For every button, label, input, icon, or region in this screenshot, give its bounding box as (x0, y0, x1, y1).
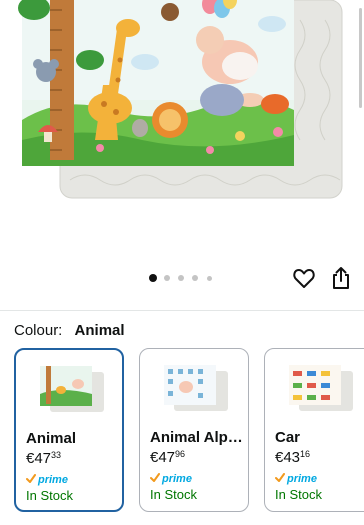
heart-icon[interactable] (292, 266, 316, 290)
scrollbar[interactable] (359, 8, 362, 108)
option-thumbnail (40, 366, 104, 412)
option-title: Animal Alp… (150, 429, 243, 446)
carousel-dot[interactable] (207, 275, 212, 281)
option-price: €4796 (150, 449, 186, 466)
prime-check-icon: prime (275, 473, 317, 485)
carousel-dot[interactable] (164, 275, 170, 281)
option-availability: In Stock (26, 488, 73, 503)
svg-text:prime: prime (286, 473, 317, 485)
variation-option-animal[interactable]: Animal €4733 prime In Stock (14, 348, 124, 512)
prime-check-icon: prime (26, 474, 68, 486)
carousel-dot[interactable] (192, 275, 198, 281)
carousel-dot[interactable] (178, 275, 184, 281)
variation-label-row: Colour: Animal (14, 322, 125, 339)
option-title: Animal (26, 430, 77, 447)
variation-option-animal-alphabet[interactable]: Animal Alp… €4796 prime In Stock (139, 348, 249, 512)
play-mat-illustration (18, 0, 343, 199)
prime-badge: prime (26, 472, 72, 486)
prime-badge: prime (150, 471, 196, 485)
svg-text:prime: prime (161, 473, 192, 485)
option-availability: In Stock (275, 487, 322, 502)
carousel-dot[interactable] (149, 274, 157, 282)
option-thumbnail (289, 365, 353, 411)
option-price: €4316 (275, 449, 311, 466)
option-title: Car (275, 429, 301, 446)
prime-check-icon: prime (150, 473, 192, 485)
variation-option-car[interactable]: Car €4316 prime In Stock (264, 348, 364, 512)
option-availability: In Stock (150, 487, 197, 502)
variation-selected-value: Animal (74, 322, 125, 339)
svg-text:prime: prime (37, 474, 68, 486)
product-image[interactable] (0, 0, 364, 262)
section-divider (0, 310, 364, 311)
option-thumbnail (164, 365, 228, 411)
share-icon[interactable] (330, 266, 352, 290)
prime-badge: prime (275, 471, 321, 485)
variation-label: Colour: (14, 322, 63, 339)
option-price: €4733 (26, 450, 62, 467)
